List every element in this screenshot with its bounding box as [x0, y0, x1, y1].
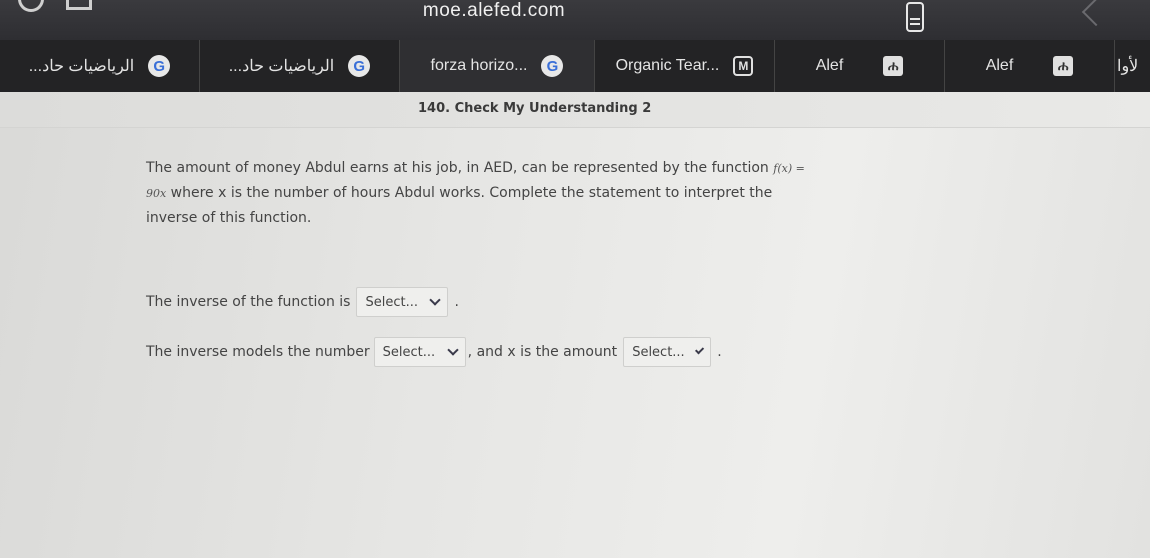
tab-label: ...الرياضيات حاد [28, 58, 135, 75]
tab-overflow[interactable]: لأوا [1115, 40, 1150, 92]
x-amount-select[interactable]: Select... [623, 337, 712, 367]
question-part1: The amount of money Abdul earns at his j… [146, 160, 769, 176]
statement-2-suffix: . [717, 344, 722, 360]
select-placeholder: Select... [382, 344, 436, 360]
tab-organic[interactable]: Organic Tear... M [595, 40, 775, 92]
statement-2-middle: , and x is the amount [467, 344, 618, 360]
question-part2: where x is the number of hours Abdul wor… [146, 185, 773, 226]
tab-label: Organic Tear... [615, 57, 720, 74]
chevron-down-icon [694, 345, 705, 355]
inverse-models-select[interactable]: Select... [373, 337, 466, 367]
google-icon: G [148, 55, 171, 77]
google-icon: G [541, 55, 564, 77]
tab-bar: ...الرياضيات حاد G ...الرياضيات حاد G fo… [0, 40, 1150, 92]
question-text: The amount of money Abdul earns at his j… [146, 156, 826, 231]
statement-1-suffix: . [454, 294, 459, 310]
tab-label: Alef [815, 57, 844, 74]
m-app-icon: M [733, 56, 754, 76]
alef-icon: ሐ [1053, 56, 1074, 76]
statement-line-1: The inverse of the function is Select...… [146, 287, 459, 317]
reader-mode-icon[interactable] [906, 2, 924, 32]
tab-forza[interactable]: forza horizo... G [400, 40, 595, 92]
tab-label: forza horizo... [430, 57, 528, 74]
address-bar[interactable]: moe.alefed.com [0, 0, 988, 22]
tab-math-2[interactable]: ...الرياضيات حاد G [200, 40, 400, 92]
google-icon: G [348, 55, 371, 77]
statement-2-prefix: The inverse models the number [146, 344, 370, 360]
inverse-function-select[interactable]: Select... [356, 287, 449, 317]
chevron-left-icon[interactable] [1081, 0, 1111, 27]
statement-1-prefix: The inverse of the function is [146, 294, 351, 310]
chevron-down-icon [429, 294, 442, 306]
tab-label: Alef [985, 57, 1014, 74]
tab-label: ...الرياضيات حاد [228, 58, 335, 75]
alef-icon: ሐ [883, 56, 904, 76]
select-placeholder: Select... [632, 344, 685, 360]
tab-math-1[interactable]: ...الرياضيات حاد G [0, 40, 200, 92]
chevron-down-icon [447, 344, 459, 356]
tab-alef-1[interactable]: Alef ሐ [775, 40, 945, 92]
statement-line-2: The inverse models the number Select... … [146, 337, 722, 367]
browser-toolbar: moe.alefed.com [0, 0, 1150, 40]
page-title: 140. Check My Understanding 2 [418, 101, 652, 116]
tab-alef-2[interactable]: Alef ሐ [945, 40, 1115, 92]
select-placeholder: Select... [365, 294, 418, 310]
tab-label: لأوا [1117, 58, 1139, 75]
